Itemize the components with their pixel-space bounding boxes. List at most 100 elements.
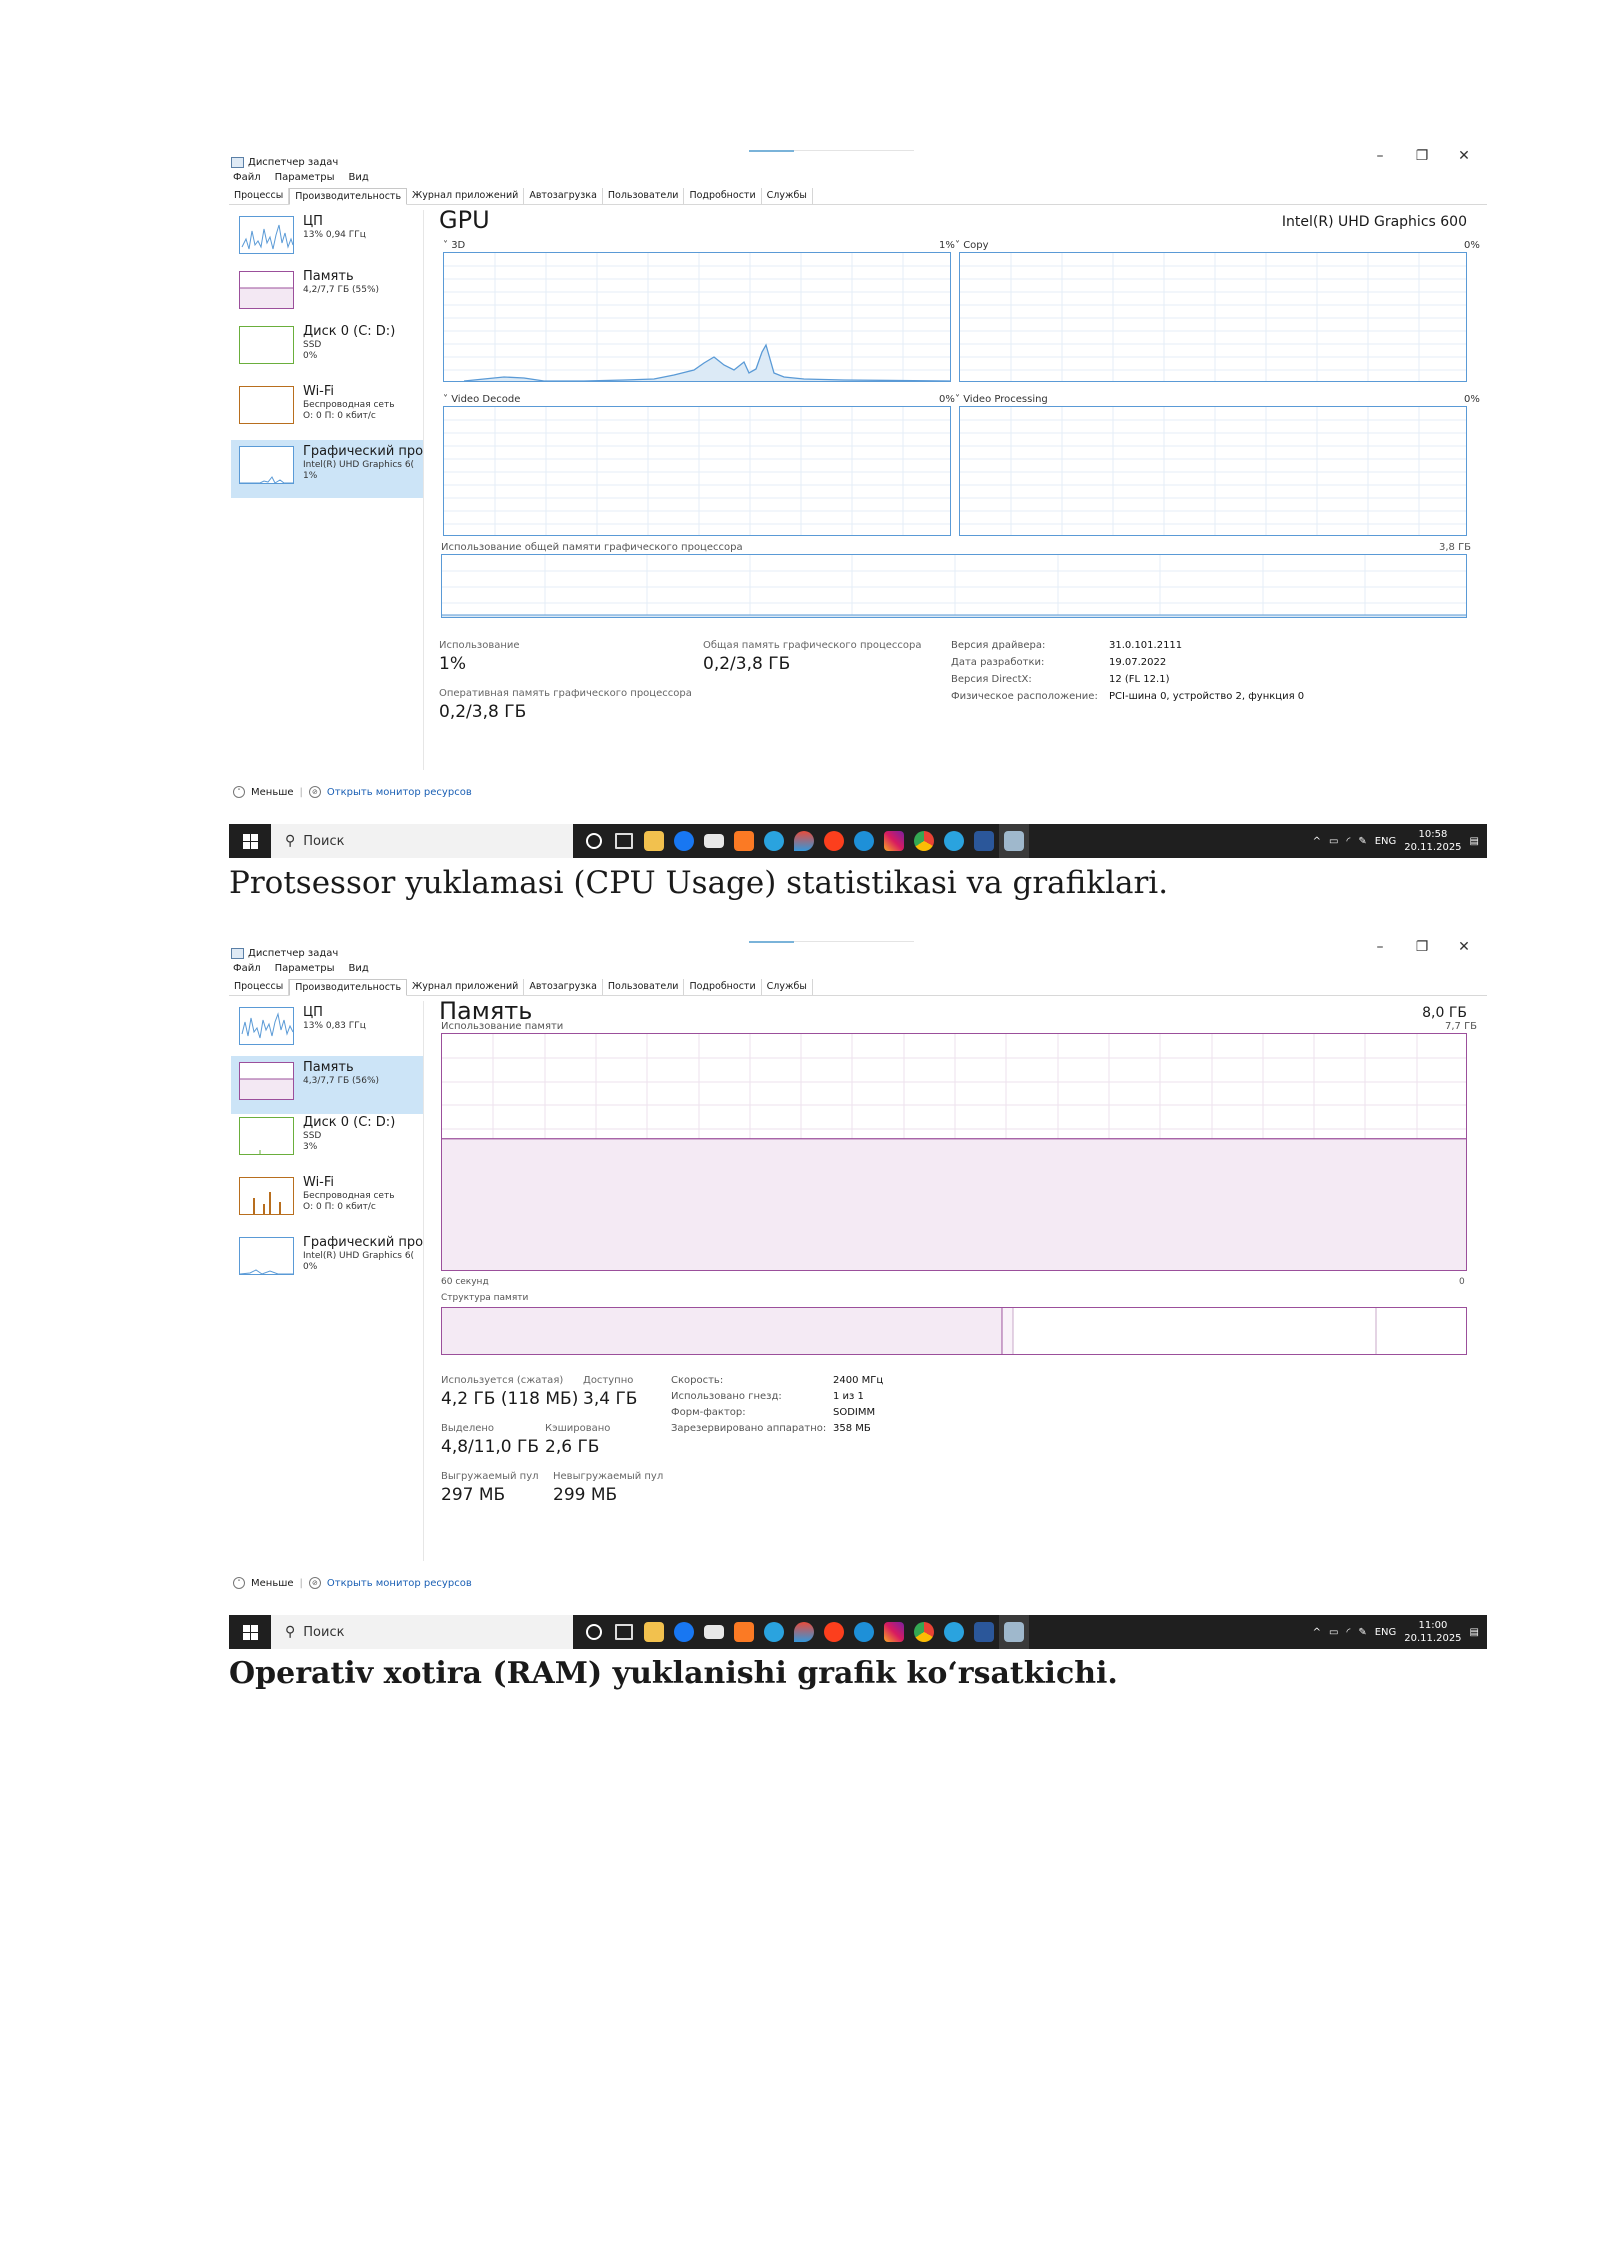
tab-processes[interactable]: Процессы — [229, 979, 290, 995]
tab-performance[interactable]: Производительность — [289, 979, 408, 996]
taskbar-search[interactable]: ⚲ Поиск — [271, 1615, 573, 1649]
pen-icon[interactable]: ✎ — [1358, 1627, 1366, 1638]
pen-icon[interactable]: ✎ — [1358, 836, 1366, 847]
cortana-icon[interactable] — [579, 1615, 609, 1649]
language-indicator[interactable]: ENG — [1375, 1627, 1397, 1638]
tab-app-history[interactable]: Журнал приложений — [407, 979, 525, 995]
sidebar-item-wifi[interactable]: Wi-Fi Беспроводная сеть О: 0 П: 0 кбит/с — [231, 380, 423, 438]
tab-startup[interactable]: Автозагрузка — [524, 188, 603, 204]
shared-memory-label: Использование общей памяти графического … — [441, 542, 743, 553]
tab-startup[interactable]: Автозагрузка — [524, 979, 603, 995]
tab-app-history[interactable]: Журнал приложений — [407, 188, 525, 204]
tab-details[interactable]: Подробности — [684, 188, 762, 204]
chevron-up-icon[interactable]: ˄ — [233, 786, 245, 798]
mail-icon[interactable] — [699, 1615, 729, 1649]
xampp-icon[interactable] — [729, 1615, 759, 1649]
sidebar-item-cpu[interactable]: ЦП 13% 0,94 ГГц — [231, 210, 423, 268]
telegram-badge-icon[interactable] — [939, 1615, 969, 1649]
close-button[interactable]: ✕ — [1455, 939, 1473, 955]
tray-chevron-icon[interactable]: ^ — [1313, 1627, 1321, 1638]
word-icon[interactable] — [969, 1615, 999, 1649]
maps-icon[interactable] — [789, 824, 819, 858]
clock-date: 20.11.2025 — [1404, 1633, 1462, 1644]
menu-options[interactable]: Параметры — [275, 172, 335, 183]
tray-chevron-icon[interactable]: ^ — [1313, 836, 1321, 847]
open-resource-monitor-link[interactable]: Открыть монитор ресурсов — [327, 1578, 472, 1589]
info-value: 2400 МГц — [833, 1375, 884, 1386]
chrome-icon[interactable] — [909, 824, 939, 858]
notifications-icon[interactable]: ▤ — [1470, 836, 1479, 847]
notifications-icon[interactable]: ▤ — [1470, 1627, 1479, 1638]
open-resource-monitor-link[interactable]: Открыть монитор ресурсов — [327, 787, 472, 798]
fewer-details-button[interactable]: Меньше — [251, 1578, 294, 1589]
clock[interactable]: 11:00 20.11.2025 — [1404, 1619, 1461, 1645]
menu-view[interactable]: Вид — [349, 172, 369, 183]
start-button[interactable] — [229, 1615, 271, 1649]
tab-users[interactable]: Пользователи — [603, 979, 685, 995]
maps-icon[interactable] — [789, 1615, 819, 1649]
sidebar-item-wifi[interactable]: Wi-Fi Беспроводная сеть О: 0 П: 0 кбит/с — [231, 1171, 423, 1229]
restore-button[interactable]: ❐ — [1413, 939, 1431, 955]
chrome-icon[interactable] — [909, 1615, 939, 1649]
tab-services[interactable]: Службы — [762, 188, 813, 204]
sidebar-item-memory[interactable]: Память 4,3/7,7 ГБ (56%) — [231, 1056, 423, 1114]
menu-file[interactable]: Файл — [233, 172, 261, 183]
edge-icon[interactable] — [849, 824, 879, 858]
tab-users[interactable]: Пользователи — [603, 188, 685, 204]
instagram-icon[interactable] — [879, 1615, 909, 1649]
close-button[interactable]: ✕ — [1455, 148, 1473, 164]
language-indicator[interactable]: ENG — [1375, 836, 1397, 847]
file-explorer-icon[interactable] — [639, 824, 669, 858]
tab-performance[interactable]: Производительность — [289, 188, 408, 205]
minimize-button[interactable]: – — [1371, 939, 1389, 955]
battery-icon[interactable]: ▭ — [1329, 1627, 1338, 1638]
telegram-icon[interactable] — [759, 1615, 789, 1649]
file-explorer-icon[interactable] — [639, 1615, 669, 1649]
window-controls: – ❐ ✕ — [1371, 148, 1473, 164]
clock[interactable]: 10:58 20.11.2025 — [1404, 828, 1461, 854]
telegram-icon[interactable] — [759, 824, 789, 858]
chevron-up-icon[interactable]: ˄ — [233, 1577, 245, 1589]
tab-details[interactable]: Подробности — [684, 979, 762, 995]
task-manager-taskbar-icon[interactable] — [999, 824, 1029, 858]
fewer-details-button[interactable]: Меньше — [251, 787, 294, 798]
task-manager-taskbar-icon[interactable] — [999, 1615, 1029, 1649]
tab-processes[interactable]: Процессы — [229, 188, 290, 204]
sidebar-item-gpu[interactable]: Графический про Intel(R) UHD Graphics 6(… — [231, 1231, 423, 1289]
wifi-icon[interactable]: ◜ — [1346, 1627, 1350, 1638]
cortana-icon[interactable] — [579, 824, 609, 858]
taskbar: ⚲ Поиск ^ ▭ ◜ ✎ ENG 10:58 20.11.2025 ▤ — [229, 824, 1487, 858]
info-key: Физическое расположение: — [951, 691, 1098, 702]
start-button[interactable] — [229, 824, 271, 858]
wifi-icon[interactable]: ◜ — [1346, 836, 1350, 847]
yandex-icon[interactable] — [819, 1615, 849, 1649]
battery-icon[interactable]: ▭ — [1329, 836, 1338, 847]
sidebar-item-gpu[interactable]: Графический про Intel(R) UHD Graphics 6(… — [231, 440, 423, 498]
gpu-thumbnail — [239, 1237, 294, 1275]
task-view-icon[interactable] — [609, 824, 639, 858]
tab-services[interactable]: Службы — [762, 979, 813, 995]
menu-view[interactable]: Вид — [349, 963, 369, 974]
instagram-icon[interactable] — [879, 824, 909, 858]
facebook-icon[interactable] — [669, 1615, 699, 1649]
word-icon[interactable] — [969, 824, 999, 858]
sidebar-item-cpu[interactable]: ЦП 13% 0,83 ГГц — [231, 1001, 423, 1059]
minimize-button[interactable]: – — [1371, 148, 1389, 164]
memory-composition-bar — [441, 1307, 1467, 1355]
mail-icon[interactable] — [699, 824, 729, 858]
sidebar-item-disk[interactable]: Диск 0 (C: D:) SSD 3% — [231, 1111, 423, 1169]
menu-options[interactable]: Параметры — [275, 963, 335, 974]
taskbar-search[interactable]: ⚲ Поиск — [271, 824, 573, 858]
telegram-badge-icon[interactable] — [939, 824, 969, 858]
edge-icon[interactable] — [849, 1615, 879, 1649]
title-bar: Диспетчер задач — [231, 154, 338, 170]
restore-button[interactable]: ❐ — [1413, 148, 1431, 164]
yandex-icon[interactable] — [819, 824, 849, 858]
xampp-icon[interactable] — [729, 824, 759, 858]
task-view-icon[interactable] — [609, 1615, 639, 1649]
sidebar-item-disk[interactable]: Диск 0 (C: D:) SSD 0% — [231, 320, 423, 378]
facebook-icon[interactable] — [669, 824, 699, 858]
gpu-thumbnail — [239, 446, 294, 484]
menu-file[interactable]: Файл — [233, 963, 261, 974]
sidebar-item-memory[interactable]: Память 4,2/7,7 ГБ (55%) — [231, 265, 423, 323]
